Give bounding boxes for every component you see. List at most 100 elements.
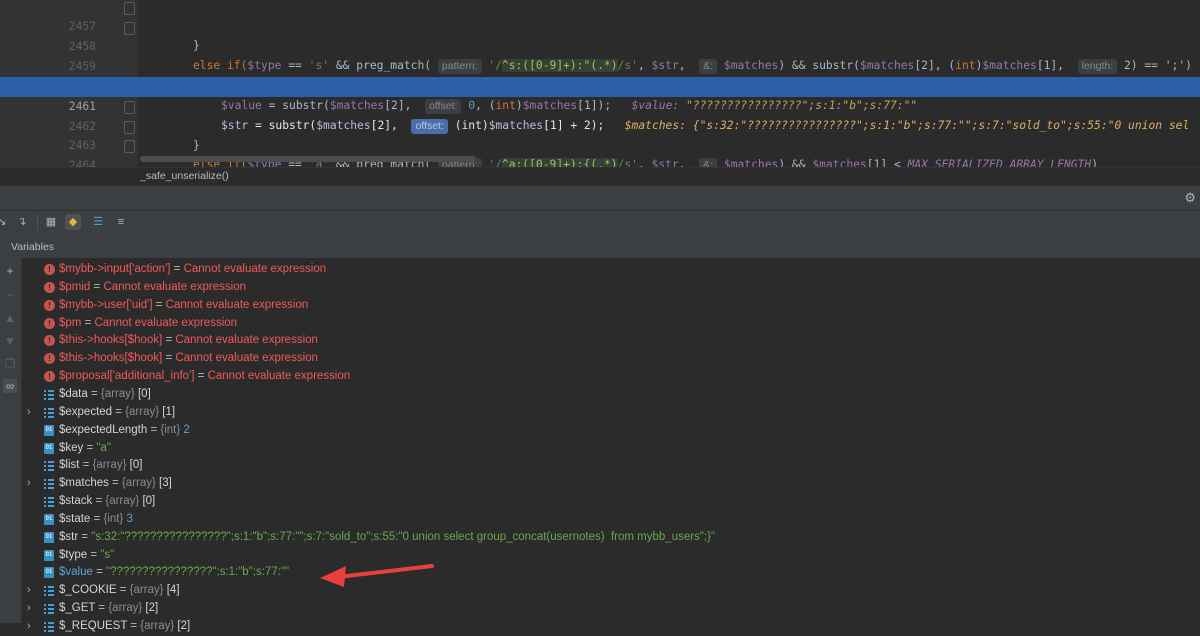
equals-sign: = xyxy=(116,584,130,597)
expand-chevron-icon[interactable]: › xyxy=(27,600,31,618)
variable-row[interactable]: $list = {array} [0] xyxy=(22,457,1192,475)
variable-row[interactable]: › $_COOKIE = {array} [4] xyxy=(22,582,1192,600)
variable-row[interactable]: › $_GET = {array} [2] xyxy=(22,600,1192,618)
variable-row[interactable]: 01 $value = "????????????????";s:1:"b";s:… xyxy=(22,564,1192,582)
horizontal-scrollbar[interactable] xyxy=(140,156,476,162)
variable-value: Cannot evaluate expression xyxy=(165,298,309,311)
expand-chevron-icon[interactable]: › xyxy=(27,475,31,493)
variable-row[interactable]: ! $this->hooks[$hook] = Cannot evaluate e… xyxy=(22,332,1192,350)
variable-text: $expectedLength = {int} 2 xyxy=(59,422,190,440)
variable-text: $pm = Cannot evaluate expression xyxy=(59,315,237,333)
expand-chevron-icon[interactable]: › xyxy=(27,582,31,600)
equals-sign: = xyxy=(162,352,176,365)
equals-sign: = xyxy=(90,512,104,525)
up-icon[interactable]: ▲ xyxy=(3,311,17,325)
array-icon xyxy=(44,496,54,508)
plus-icon[interactable]: + xyxy=(3,264,17,278)
add-watch-icon[interactable]: ≡ xyxy=(113,214,129,230)
list-icon[interactable]: ☰ xyxy=(90,214,106,230)
variable-name: $value xyxy=(59,566,93,579)
variable-type: {array} xyxy=(129,584,164,597)
variable-text: $matches = {array} [3] xyxy=(59,475,172,493)
error-icon: ! xyxy=(44,264,55,275)
variable-row[interactable]: ! $pmid = Cannot evaluate expression xyxy=(22,279,1192,297)
fold-marker-icon[interactable] xyxy=(124,121,135,134)
variable-name: $list xyxy=(59,459,80,472)
fold-marker-icon[interactable] xyxy=(124,22,135,35)
fold-marker-icon[interactable] xyxy=(124,140,135,153)
primitive-icon: 01 xyxy=(44,567,54,579)
variable-text: $value = "????????????????";s:1:"b";s:77… xyxy=(59,564,289,582)
variable-row[interactable]: 01 $expectedLength = {int} 2 xyxy=(22,422,1192,440)
variable-row[interactable]: 01 $str = "s:32:"????????????????";s:1:"b… xyxy=(22,529,1192,547)
variable-row[interactable]: ! $mybb->user['uid'] = Cannot evaluate ex… xyxy=(22,297,1192,315)
variable-text: $stack = {array} [0] xyxy=(59,493,155,511)
step-icon[interactable]: ↘ xyxy=(0,214,10,230)
watch-icon[interactable]: ◆ xyxy=(65,214,81,230)
equals-sign: = xyxy=(147,423,161,436)
expand-chevron-icon[interactable]: › xyxy=(27,404,31,422)
equals-sign: = xyxy=(194,370,208,383)
array-icon xyxy=(44,389,54,400)
variable-value: 3 xyxy=(123,512,133,525)
variable-row[interactable]: 01 $key = "a" xyxy=(22,440,1192,458)
variables-side-toolbar: + − ▲ ▼ ❐ ∞ xyxy=(0,258,22,623)
fold-marker-icon[interactable] xyxy=(124,101,135,114)
equals-sign: = xyxy=(78,530,92,543)
variable-text: $data = {array} [0] xyxy=(59,386,151,404)
breadcrumb[interactable]: _safe_unserialize() xyxy=(140,170,229,182)
variable-text: $expected = {array} [1] xyxy=(59,404,175,422)
code-editor[interactable]: 2457 } 2458 else if($type == 's' && preg… xyxy=(0,0,1200,185)
variable-row[interactable]: › $matches = {array} [3] xyxy=(22,475,1192,493)
minus-icon[interactable]: − xyxy=(3,288,17,302)
variable-row[interactable]: $data = {array} [0] xyxy=(22,386,1192,404)
variable-value: "s" xyxy=(100,548,115,561)
code-line[interactable]: 2464 { xyxy=(0,136,1200,186)
equals-sign: = xyxy=(81,316,95,329)
equals-sign: = xyxy=(170,263,184,275)
gear-icon[interactable]: ⚙ xyxy=(1184,190,1196,206)
glasses-icon[interactable]: ∞ xyxy=(3,379,17,393)
code-line[interactable]: 2457 } xyxy=(0,0,1200,53)
code-line[interactable]: 2460 $value = substr($matches[2], offset… xyxy=(0,57,1200,114)
down-icon[interactable]: ▼ xyxy=(3,334,17,348)
variable-row[interactable]: ! $proposal['additional_info'] = Cannot e… xyxy=(22,368,1192,386)
step-over-icon[interactable]: ↴ xyxy=(14,214,30,230)
variable-text: $_COOKIE = {array} [4] xyxy=(59,582,180,600)
variable-row[interactable]: 01 $state = {int} 3 xyxy=(22,511,1192,529)
code-line[interactable]: 2458 else if($type == 's' && preg_match(… xyxy=(0,17,1200,74)
variable-row[interactable]: ! $pm = Cannot evaluate expression xyxy=(22,315,1192,333)
primitive-icon: 01 xyxy=(44,442,54,454)
variable-name: $state xyxy=(59,512,91,525)
variable-text: $mybb->user['uid'] = Cannot evaluate exp… xyxy=(59,297,308,315)
variable-name: $proposal['additional_info'] xyxy=(59,370,195,383)
expand-chevron-icon[interactable]: › xyxy=(27,618,31,636)
error-icon: ! xyxy=(44,299,55,311)
variable-name: $matches xyxy=(59,477,109,490)
current-execution-line[interactable]: 2461 $str = substr($matches[2], offset: … xyxy=(0,77,1200,134)
variable-row[interactable]: $stack = {array} [0] xyxy=(22,493,1192,511)
variable-name: $_COOKIE xyxy=(59,584,117,597)
equals-sign: = xyxy=(83,441,97,454)
variable-type: {array} xyxy=(121,477,156,490)
code-line[interactable]: 2459 { xyxy=(0,37,1200,93)
equals-sign: = xyxy=(92,566,106,579)
variable-row[interactable]: ! $mybb->input['action'] = Cannot evaluat… xyxy=(22,261,1192,279)
copy-icon[interactable]: ❐ xyxy=(3,357,17,371)
variable-value: "????????????????";s:1:"b";s:77:"" xyxy=(106,566,290,579)
equals-sign: = xyxy=(95,602,109,615)
code-line[interactable]: 2462 } xyxy=(0,97,1200,153)
array-icon xyxy=(44,603,54,615)
table-icon[interactable]: ▦ xyxy=(43,214,59,230)
variable-name: $this->hooks[$hook] xyxy=(59,334,163,347)
variable-row[interactable]: ! $this->hooks[$hook] = Cannot evaluate e… xyxy=(22,350,1192,368)
variable-row[interactable]: › $expected = {array} [1] xyxy=(22,404,1192,422)
variable-value: [0] xyxy=(139,495,156,508)
variable-value: Cannot evaluate expression xyxy=(175,334,318,347)
fold-marker-icon[interactable] xyxy=(124,2,135,15)
variable-value: [3] xyxy=(155,477,172,490)
variable-value: [4] xyxy=(163,584,180,597)
variable-row[interactable]: › $_REQUEST = {array} [2] xyxy=(22,618,1192,636)
code-line[interactable]: 2463 else if($type == 'a' && preg_match(… xyxy=(0,116,1200,173)
variable-row[interactable]: 01 $type = "s" xyxy=(22,547,1192,565)
